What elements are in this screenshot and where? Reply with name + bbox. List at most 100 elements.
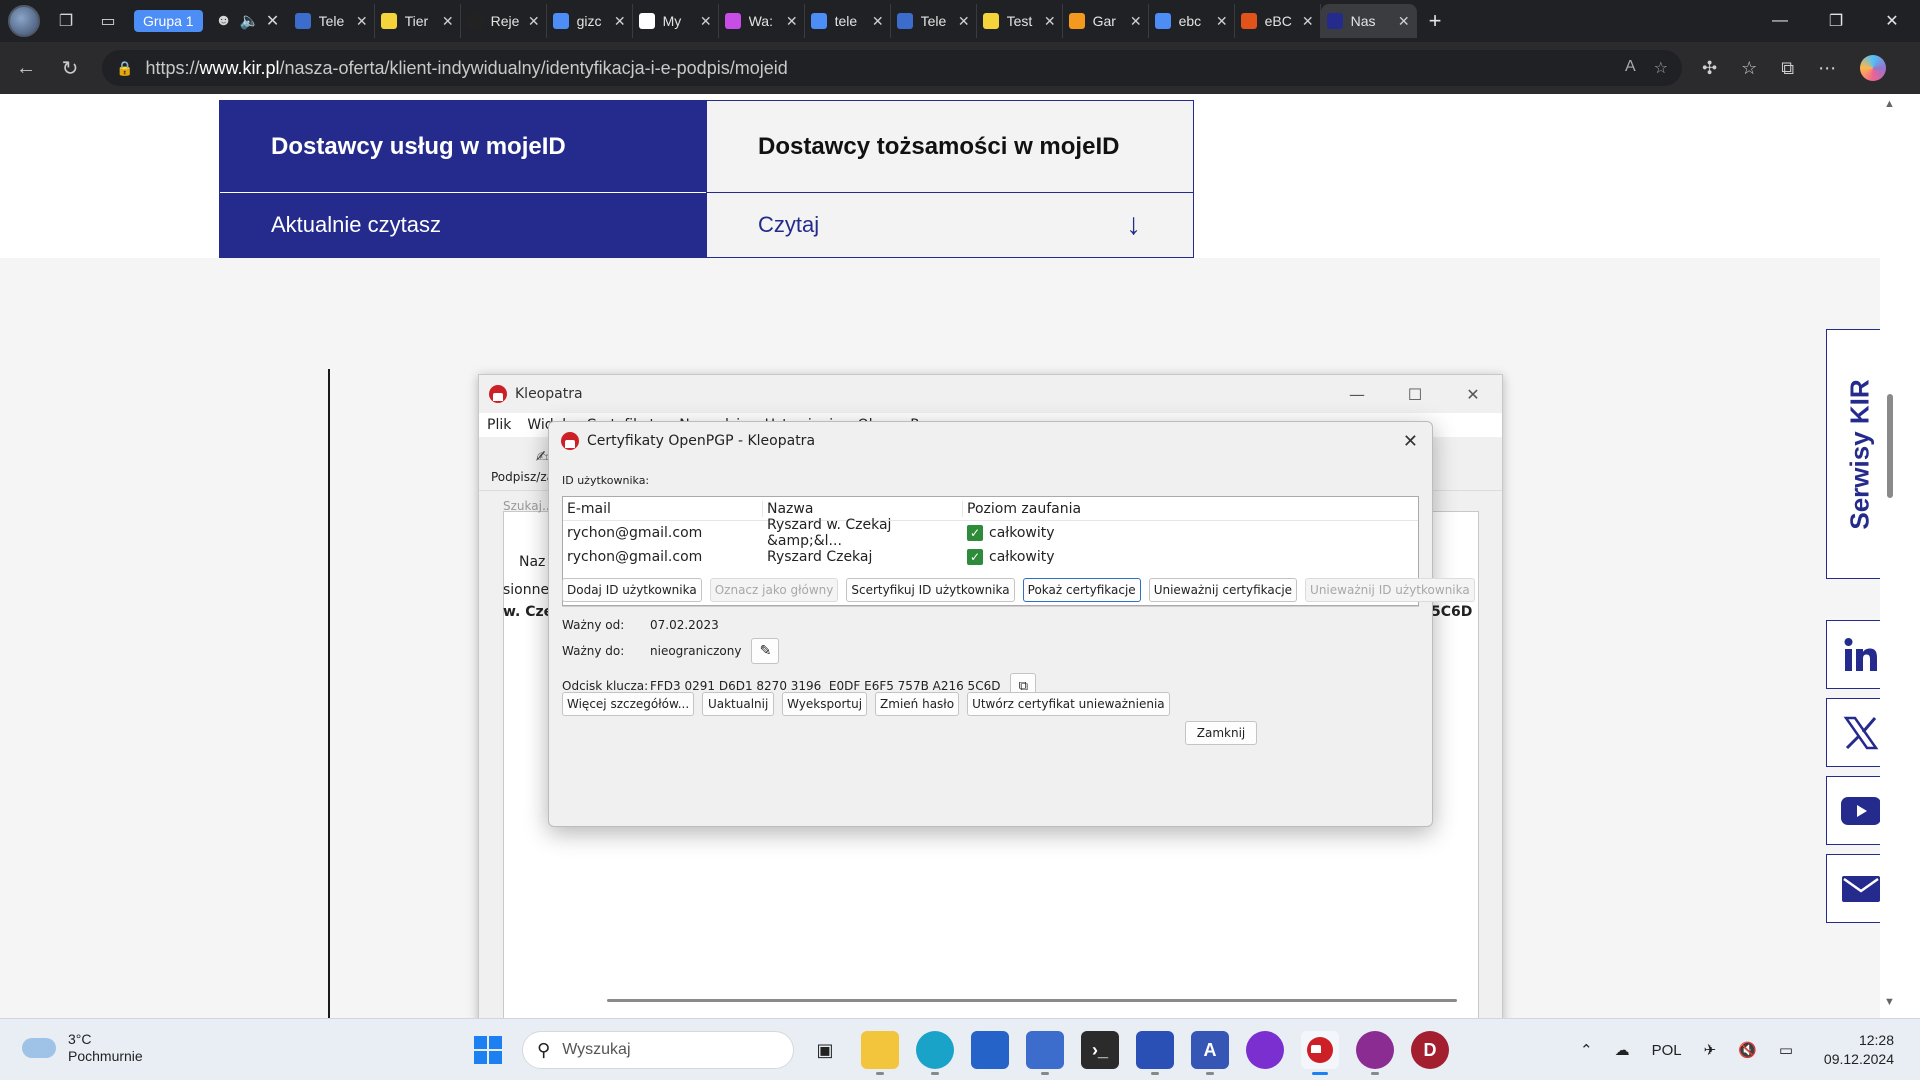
action-button-2[interactable]: Wyeksportuj: [782, 692, 868, 716]
tab-group-label[interactable]: Grupa 1: [134, 10, 203, 32]
kleopatra-close-button[interactable]: ✕: [1444, 385, 1502, 404]
back-button[interactable]: ←: [8, 50, 44, 86]
tab-close-icon[interactable]: ✕: [872, 13, 884, 30]
github-desktop-icon[interactable]: [1356, 1031, 1394, 1075]
more-menu-icon[interactable]: ⋯: [1818, 58, 1836, 79]
scrollbar-thumb[interactable]: [1887, 394, 1893, 498]
tab-close-icon[interactable]: ✕: [356, 13, 368, 30]
card-identity-providers[interactable]: Dostawcy tożsamości w mojeID Czytaj ↓: [706, 100, 1194, 258]
uid-button-4[interactable]: Unieważnij certyfikacje: [1148, 578, 1298, 602]
tab-close-icon[interactable]: ✕: [442, 13, 454, 30]
column-header-name[interactable]: Nazwa: [763, 500, 963, 517]
task-view-icon[interactable]: ▣: [806, 1031, 844, 1069]
browser-tab[interactable]: Gar ✕: [1063, 4, 1149, 38]
restore-button[interactable]: ❐: [1808, 0, 1864, 42]
terminal-icon[interactable]: ›_: [1081, 1031, 1119, 1069]
table-row[interactable]: rychon@gmail.com Ryszard w. Czekaj &amp;&…: [563, 517, 1418, 549]
taskbar-clock[interactable]: 12:28 09.12.2024: [1824, 1031, 1894, 1069]
action-button-1[interactable]: Uaktualnij: [702, 692, 775, 716]
app-d-icon[interactable]: D: [1411, 1031, 1449, 1069]
browser-tab[interactable]: gizc ✕: [547, 4, 633, 38]
save-app-icon[interactable]: [1136, 1031, 1174, 1075]
microsoft-store-icon[interactable]: [971, 1031, 1009, 1069]
kleopatra-maximize-button[interactable]: ☐: [1386, 385, 1444, 404]
kleopatra-minimize-button[interactable]: —: [1328, 385, 1386, 404]
browser-tab[interactable]: Nas ✕: [1320, 4, 1417, 38]
kleopatra-taskbar-icon[interactable]: [1301, 1031, 1339, 1075]
workspaces-icon[interactable]: ❐: [50, 5, 82, 37]
file-explorer-icon[interactable]: [861, 1031, 899, 1075]
tor-browser-icon[interactable]: [1246, 1031, 1284, 1069]
copilot-icon[interactable]: [1860, 55, 1887, 81]
taskbar-search-input[interactable]: ⚲ Wyszukaj: [522, 1031, 794, 1069]
tab-close-icon[interactable]: ✕: [1398, 13, 1410, 30]
browser-tab[interactable]: ebc ✕: [1149, 4, 1235, 38]
action-button-3[interactable]: Zmień hasło: [875, 692, 960, 716]
tab-audio-favicon[interactable]: ☻: [213, 5, 235, 37]
tab-close-icon[interactable]: ✕: [263, 5, 283, 37]
tab-close-icon[interactable]: ✕: [1216, 13, 1228, 30]
speaker-icon[interactable]: 🔈: [237, 5, 263, 37]
browser-tab[interactable]: eBC ✕: [1235, 4, 1321, 38]
table-row[interactable]: rychon@gmail.com Ryszard Czekaj ✓ całkowity: [563, 545, 1418, 569]
tab-close-icon[interactable]: ✕: [528, 13, 540, 30]
menu-item-0[interactable]: Plik: [487, 417, 511, 433]
airplane-mode-icon[interactable]: ✈: [1704, 1041, 1717, 1059]
favorite-star-icon[interactable]: ☆: [1654, 58, 1668, 78]
uid-button-5[interactable]: Unieważnij ID użytkownika: [1305, 578, 1475, 602]
start-button[interactable]: [474, 1036, 502, 1064]
uid-button-0[interactable]: Dodaj ID użytkownika: [562, 578, 702, 602]
browser-tab[interactable]: Tier ✕: [375, 4, 461, 38]
scroll-up-icon[interactable]: ▲: [1884, 98, 1895, 110]
card-identity-providers-link[interactable]: Czytaj ↓: [707, 193, 1193, 257]
list-horizontal-scrollbar[interactable]: [607, 999, 1457, 1002]
scroll-down-icon[interactable]: ▼: [1884, 996, 1895, 1008]
edit-expiry-button[interactable]: ✎: [751, 638, 780, 664]
tab-close-icon[interactable]: ✕: [786, 13, 798, 30]
tab-close-icon[interactable]: ✕: [1130, 13, 1142, 30]
network-app-icon[interactable]: [1026, 1031, 1064, 1075]
uid-button-1[interactable]: Oznacz jako główny: [709, 578, 839, 602]
collections-icon[interactable]: ⧉: [1781, 58, 1794, 79]
column-header-email[interactable]: E-mail: [563, 500, 763, 517]
tab-close-icon[interactable]: ✕: [1302, 13, 1314, 30]
onedrive-icon[interactable]: ☁: [1615, 1041, 1630, 1059]
edge-browser-icon[interactable]: [916, 1031, 954, 1075]
uid-button-3[interactable]: Pokaż certyfikacje: [1022, 578, 1141, 602]
column-header-trust[interactable]: Poziom zaufania: [963, 501, 1418, 517]
browser-tab[interactable]: Test ✕: [977, 4, 1063, 38]
browser-tab[interactable]: Reje ✕: [461, 4, 547, 38]
tab-close-icon[interactable]: ✕: [700, 13, 712, 30]
battery-icon[interactable]: ▭: [1779, 1041, 1793, 1059]
card-service-providers[interactable]: Dostawcy usług w mojeID Aktualnie czytas…: [219, 100, 707, 258]
lock-icon[interactable]: 🔒: [116, 60, 133, 77]
close-window-button[interactable]: ✕: [1864, 0, 1920, 42]
browser-tab[interactable]: Tele ✕: [891, 4, 977, 38]
app-a-icon[interactable]: A: [1191, 1031, 1229, 1075]
close-dialog-button[interactable]: Zamknij: [1185, 721, 1257, 745]
favorites-icon[interactable]: ☆: [1741, 58, 1757, 79]
dialog-close-icon[interactable]: ✕: [1403, 431, 1418, 452]
action-button-0[interactable]: Więcej szczegółów...: [562, 692, 695, 716]
browser-tab[interactable]: Wa: ✕: [719, 4, 805, 38]
language-indicator[interactable]: POL: [1652, 1042, 1682, 1059]
tab-close-icon[interactable]: ✕: [1044, 13, 1056, 30]
new-tab-button[interactable]: +: [1429, 8, 1442, 34]
kleopatra-search-input[interactable]: Szukaj...: [503, 499, 553, 513]
tab-close-icon[interactable]: ✕: [614, 13, 626, 30]
minimize-button[interactable]: —: [1752, 0, 1808, 42]
refresh-button[interactable]: ↻: [52, 50, 88, 86]
read-aloud-icon[interactable]: A: [1625, 58, 1636, 78]
browser-tab[interactable]: tele ✕: [805, 4, 891, 38]
action-button-4[interactable]: Utwórz certyfikat unieważnienia: [967, 692, 1170, 716]
browser-tab[interactable]: My ✕: [633, 4, 719, 38]
tray-overflow-icon[interactable]: ⌃: [1580, 1041, 1593, 1059]
tab-actions-icon[interactable]: ▭: [92, 5, 124, 37]
uid-button-2[interactable]: Scertyfikuj ID użytkownika: [846, 578, 1015, 602]
url-field[interactable]: 🔒 https://www.kir.pl/nasza-oferta/klient…: [102, 50, 1682, 86]
browser-tab[interactable]: Tele ✕: [289, 4, 375, 38]
tab-close-icon[interactable]: ✕: [958, 13, 970, 30]
profile-avatar[interactable]: [8, 5, 40, 37]
weather-widget[interactable]: 3°C Pochmurnie: [22, 1031, 143, 1065]
page-scrollbar[interactable]: ▲ ▼: [1880, 94, 1900, 1018]
